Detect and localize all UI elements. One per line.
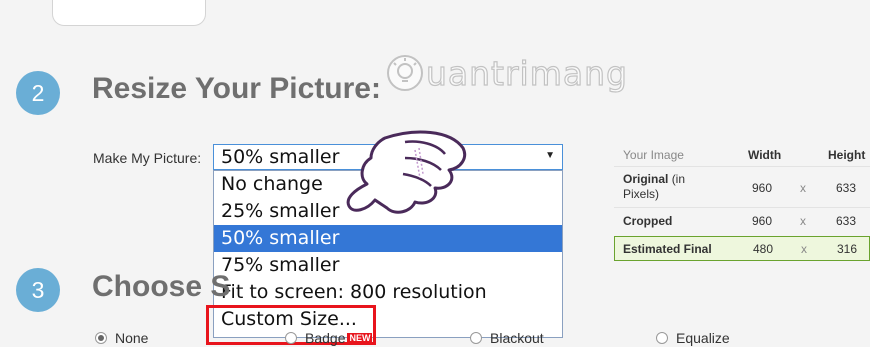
resize-section-title: Resize Your Picture: (92, 72, 381, 105)
table-row-cropped: Cropped 960 x 633 (614, 207, 870, 233)
table-header-row: Your Image Width Height (614, 144, 870, 166)
final-width: 480 (753, 242, 774, 256)
dropdown-option-75[interactable]: 75% smaller (214, 252, 562, 279)
radio-badge-dot[interactable] (285, 332, 297, 344)
dropdown-option-fit-screen[interactable]: Fit to screen: 800 resolution (214, 279, 562, 306)
new-badge: NEW (347, 333, 373, 343)
cropped-height: 633 (836, 214, 857, 228)
final-height: 316 (837, 242, 858, 256)
radio-none-label: None (115, 330, 149, 346)
watermark-logo: uantrimang (384, 52, 628, 94)
original-sep: x (800, 181, 806, 195)
cropped-label: Cropped (623, 214, 673, 228)
step-3-badge: 3 (16, 268, 60, 312)
table-row-original: Original (in Pixels) 960 x 633 (614, 166, 870, 207)
final-label: Estimated Final (623, 242, 712, 256)
radio-equalize[interactable]: Equalize (656, 330, 730, 346)
resize-select[interactable]: 50% smaller ▼ (213, 144, 563, 170)
header-your-image: Your Image (623, 148, 684, 162)
dropdown-option-25[interactable]: 25% smaller (214, 198, 562, 225)
dropdown-option-custom-size[interactable]: Custom Size... (214, 306, 562, 333)
header-width: Width (748, 148, 782, 162)
final-sep: x (801, 242, 807, 256)
original-height: 633 (836, 181, 857, 195)
top-panel-box (52, 0, 206, 26)
cropped-sep: x (800, 214, 806, 228)
effects-section-title: Choose S (92, 270, 231, 303)
radio-blackout[interactable]: Blackout (470, 330, 544, 346)
dropdown-option-50[interactable]: 50% smaller (214, 225, 562, 252)
radio-blackout-label: Blackout (490, 330, 544, 346)
radio-badge[interactable]: Badge NEW (285, 330, 373, 346)
radio-blackout-dot[interactable] (470, 332, 482, 344)
dropdown-arrow-icon[interactable]: ▼ (545, 150, 555, 161)
radio-none-dot[interactable] (95, 332, 107, 344)
make-picture-label: Make My Picture: (93, 150, 202, 166)
radio-badge-label: Badge (305, 330, 346, 346)
radio-equalize-dot[interactable] (656, 332, 668, 344)
watermark-text: uantrimang (425, 53, 628, 93)
radio-equalize-label: Equalize (676, 330, 730, 346)
table-row-final: Estimated Final 480 x 316 (614, 236, 870, 261)
resize-dropdown-list: No change 25% smaller 50% smaller 75% sm… (213, 170, 563, 338)
step-2-badge: 2 (16, 71, 60, 115)
resize-select-value: 50% smaller (221, 146, 340, 168)
original-label: Original (in Pixels) (623, 172, 686, 201)
cropped-width: 960 (752, 214, 773, 228)
radio-none[interactable]: None (95, 330, 148, 346)
image-size-table: Your Image Width Height Original (in Pix… (614, 144, 870, 261)
lightbulb-icon (387, 55, 423, 91)
header-height: Height (828, 148, 866, 162)
original-width: 960 (752, 181, 773, 195)
dropdown-option-no-change[interactable]: No change (214, 171, 562, 198)
